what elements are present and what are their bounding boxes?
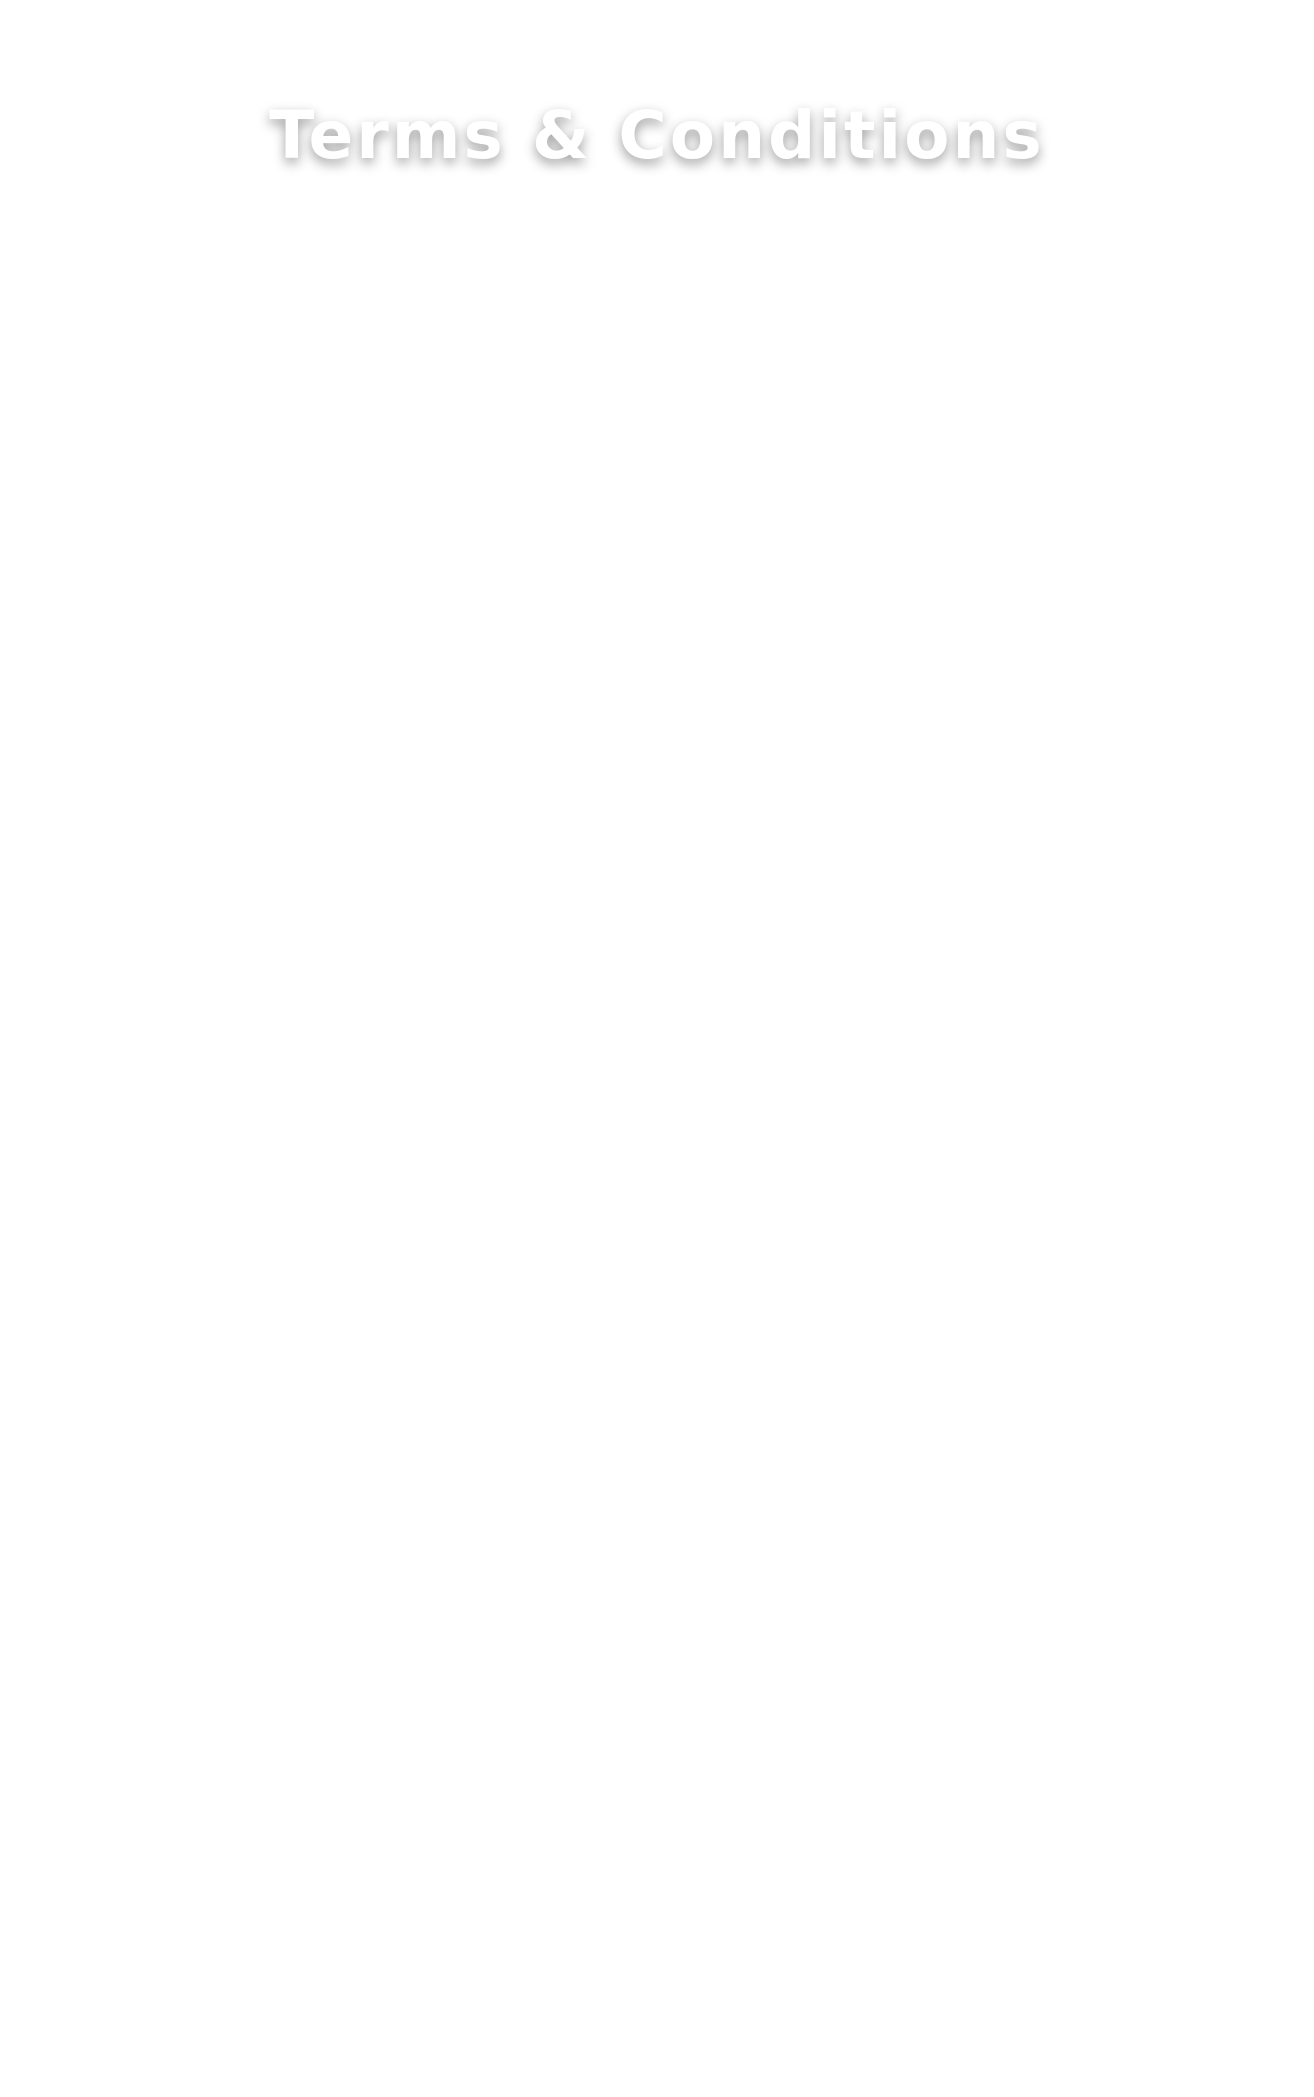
page-title: Terms & Conditions	[269, 97, 1045, 174]
content-area	[0, 280, 1314, 2097]
terms-page: Terms & Conditions	[0, 0, 1314, 2097]
page-header: Terms & Conditions	[0, 0, 1314, 280]
